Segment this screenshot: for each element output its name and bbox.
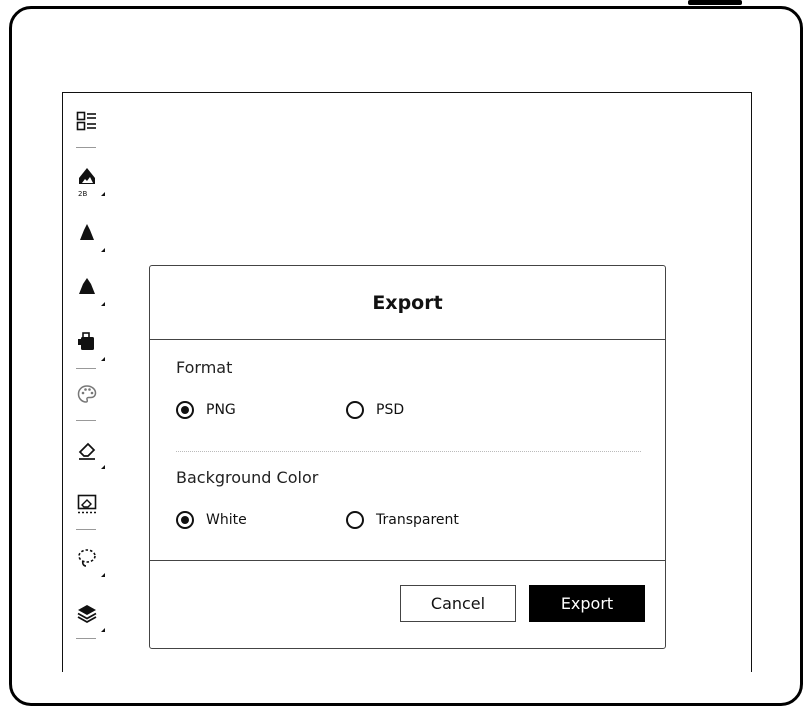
background-color-label: Background Color: [176, 468, 319, 487]
format-option-psd[interactable]: PSD: [346, 398, 404, 422]
submenu-indicator: [101, 357, 105, 361]
brush-icon: [80, 224, 94, 240]
submenu-indicator: [101, 192, 105, 196]
separator: [76, 420, 96, 421]
pencil-icon: [79, 168, 95, 184]
eraser-icon: [78, 442, 96, 460]
submenu-indicator: [101, 573, 105, 577]
area-eraser-button[interactable]: [62, 485, 112, 525]
marker-tool-button[interactable]: [62, 268, 112, 308]
footer-divider: [150, 560, 665, 561]
pencil-hardness-label: 2B: [78, 190, 88, 198]
marker-icon: [79, 278, 95, 294]
submenu-indicator: [101, 302, 105, 306]
lasso-tool-button[interactable]: [62, 539, 112, 579]
separator: [76, 638, 96, 639]
background-option-label: Transparent: [376, 512, 459, 528]
radio-checked[interactable]: [176, 401, 194, 419]
submenu-indicator: [101, 628, 105, 632]
fill-tool-button[interactable]: [62, 323, 112, 363]
submenu-indicator: [101, 248, 105, 252]
power-button: [688, 0, 742, 5]
background-option-white[interactable]: White: [176, 508, 247, 532]
radio-unchecked[interactable]: [346, 401, 364, 419]
fill-bucket-icon: [78, 332, 94, 350]
cancel-button[interactable]: Cancel: [400, 585, 516, 622]
palette-button[interactable]: [62, 375, 112, 415]
background-option-label: White: [206, 512, 247, 528]
dialog-title: Export: [150, 266, 665, 340]
outline-list-button[interactable]: [62, 102, 112, 142]
format-option-label: PSD: [376, 402, 405, 418]
lasso-icon: [78, 549, 96, 567]
toolbar: 2B: [62, 92, 112, 662]
brush-tool-button[interactable]: [62, 214, 112, 254]
section-divider: [176, 451, 641, 452]
layers-button[interactable]: [62, 594, 112, 634]
background-option-transparent[interactable]: Transparent: [346, 508, 459, 532]
export-button[interactable]: Export: [529, 585, 645, 622]
layers-icon: [77, 605, 97, 624]
submenu-indicator: [101, 465, 105, 469]
outline-list-icon: [76, 111, 96, 131]
separator: [76, 147, 96, 148]
pencil-tool-button[interactable]: 2B: [62, 158, 112, 198]
export-dialog: Export Format PNG PSD Background Color W…: [149, 265, 666, 649]
format-label: Format: [176, 358, 233, 377]
palette-icon: [77, 385, 97, 403]
separator: [76, 529, 96, 530]
format-option-label: PNG: [206, 402, 236, 418]
format-option-png[interactable]: PNG: [176, 398, 236, 422]
area-eraser-icon: [77, 494, 97, 514]
radio-unchecked[interactable]: [346, 511, 364, 529]
eraser-tool-button[interactable]: [62, 431, 112, 471]
separator: [76, 368, 96, 369]
radio-checked[interactable]: [176, 511, 194, 529]
